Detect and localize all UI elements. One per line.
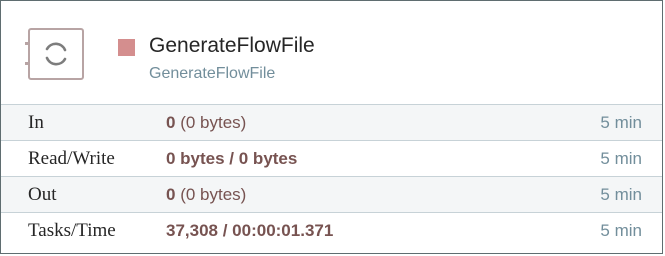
refresh-cycle-icon [45,42,67,66]
stats-label: Read/Write [28,148,115,169]
stats-value: 0 (0 bytes) [166,113,247,132]
stats-value: 0 (0 bytes) [166,185,247,204]
stats-value: 37,308 / 00:00:01.371 [166,221,334,240]
stats-time-window: 5 min [600,185,642,204]
processor-name: GenerateFlowFile [149,34,315,57]
stats-row-read-write: Read/Write 0 bytes / 0 bytes 5 min [1,140,662,176]
processor-type: GenerateFlowFile [149,65,276,82]
processor-stats-table: In 0 (0 bytes) 5 min Read/Write 0 bytes … [1,104,662,248]
stats-time-window: 5 min [600,113,642,132]
stats-label: Tasks/Time [28,220,116,241]
processor-icon [25,28,84,80]
stats-time-window: 5 min [600,221,642,240]
stats-label: In [28,112,44,133]
stats-value: 0 bytes / 0 bytes [166,149,298,168]
stats-row-tasks-time: Tasks/Time 37,308 / 00:00:01.371 5 min [1,212,662,248]
stats-row-in: In 0 (0 bytes) 5 min [1,104,662,140]
stopped-status-icon [118,39,135,56]
stats-row-out: Out 0 (0 bytes) 5 min [1,176,662,212]
stats-time-window: 5 min [600,149,642,168]
processor-component[interactable]: GenerateFlowFile GenerateFlowFile In 0 (… [0,0,663,254]
processor-header: GenerateFlowFile GenerateFlowFile [1,1,662,104]
stats-label: Out [28,184,57,205]
